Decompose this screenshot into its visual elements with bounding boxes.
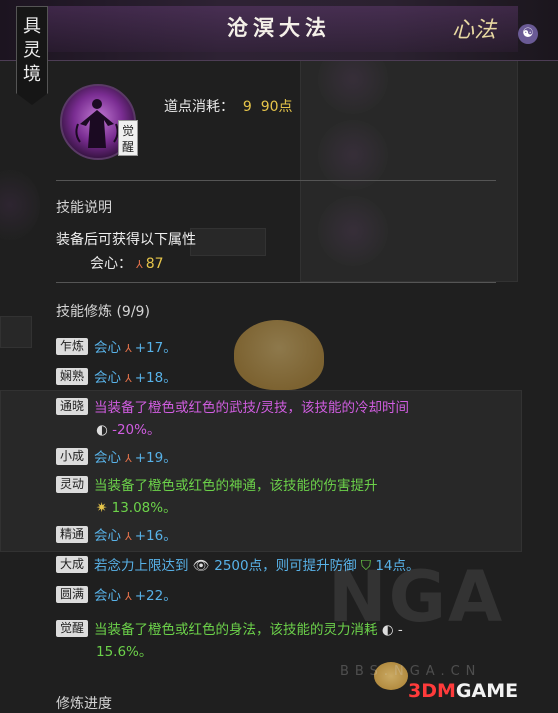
row-text: 会心 ⅄ +22。 (94, 586, 177, 607)
tier-tag: 圆满 (56, 586, 88, 603)
row-text: 当装备了橙色或红色的武技/灵技，该技能的冷却时间 (94, 400, 410, 416)
crit-icon: ⅄ (125, 342, 132, 355)
section-title-progress: 修炼进度 (56, 696, 112, 712)
school-logo: 心法 (452, 18, 497, 43)
row-text: 当装备了橙色或红色的神通，该技能的伤害提升 (94, 478, 378, 494)
row-text-cont: ✷ 13.08%。 (96, 496, 177, 516)
row-stat: 若念力上限达到 (94, 558, 189, 574)
row-text: 会心 ⅄ +17。 (94, 338, 177, 359)
title-bar: 沧溟大法 心法 ☯ (0, 0, 558, 61)
watermark-3dm: 3DMGAME (408, 680, 518, 702)
watermark-bbs: BBS.NGA.CN (340, 664, 482, 679)
robed-figure-icon (75, 99, 119, 148)
tier-tag: 小成 (56, 448, 88, 465)
bg-panel (190, 228, 266, 256)
section-title-cultivation: 技能修炼 (9/9) (56, 304, 150, 320)
row-value: +19。 (134, 450, 177, 466)
tier-tag: 精通 (56, 526, 88, 543)
row-value: 13.08%。 (111, 500, 177, 516)
row-stat: 会心 (94, 528, 121, 544)
divider (56, 180, 496, 181)
crit-icon: ⅄ (125, 530, 132, 543)
row-text-cont: ◐ -20%。 (96, 418, 160, 438)
eye-icon: 👁 (188, 558, 215, 574)
row-value: +17。 (134, 340, 177, 356)
yinyang-icon[interactable]: ☯ (518, 24, 538, 44)
tier-tag: 灵动 (56, 476, 88, 493)
row-stat: 会心 (94, 340, 121, 356)
section-title-description: 技能说明 (56, 200, 112, 216)
tier-tag: 通晓 (56, 398, 88, 415)
row-value: -20%。 (112, 422, 161, 438)
row-text: 会心 ⅄ +16。 (94, 526, 177, 547)
row-value: +22。 (134, 588, 177, 604)
row-value: +18。 (134, 370, 177, 386)
row-text: 会心 ⅄ +19。 (94, 448, 177, 469)
awaken-tag: 觉醒 (118, 120, 138, 156)
tier-tag: 娴熟 (56, 368, 88, 385)
row-value: +16。 (134, 528, 177, 544)
bg-panel (0, 316, 32, 348)
row-stat: 会心 (94, 588, 121, 604)
row-stat: 会心 (94, 450, 121, 466)
row-text: 会心 ⅄ +18。 (94, 368, 177, 389)
tier-tag: 乍炼 (56, 338, 88, 355)
crit-icon: ⅄ (125, 590, 132, 603)
crit-stat: 会心： ⅄ 87 (90, 253, 164, 273)
crit-value: 87 (145, 256, 164, 272)
crit-icon: ⅄ (136, 258, 143, 271)
dao-point-icon: 9 (238, 99, 257, 115)
point-cost: 道点消耗： 9 90点 (164, 96, 293, 116)
watermark-nga: NGA (328, 556, 505, 638)
tier-tag: 觉醒 (56, 620, 88, 637)
brand-suffix: GAME (455, 680, 519, 702)
crit-label: 会心： (90, 256, 132, 272)
row-stat: 会心 (94, 370, 121, 386)
watermark-mascot (234, 320, 324, 390)
cooldown-icon: ◐ (96, 422, 113, 438)
bg-skill-slot (0, 170, 40, 240)
brand-prefix: 3DM (408, 680, 456, 702)
crit-icon: ⅄ (125, 372, 132, 385)
realm-badge: 具灵境 (16, 6, 48, 105)
damage-icon: ✷ (96, 500, 112, 516)
row-text-cont: 15.6%。 (96, 644, 153, 660)
description-text: 装备后可获得以下属性 (56, 232, 196, 248)
crit-icon: ⅄ (125, 452, 132, 465)
tier-tag: 大成 (56, 556, 88, 573)
cost-label: 道点消耗： (164, 99, 234, 115)
bg-panel (300, 40, 518, 282)
cost-value: 90点 (260, 99, 293, 115)
divider (56, 282, 496, 283)
